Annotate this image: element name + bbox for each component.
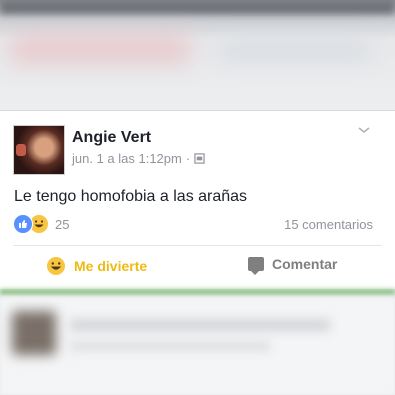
blurred-content bbox=[220, 40, 370, 60]
post-author[interactable]: Angie Vert bbox=[72, 129, 151, 147]
post-card: Angie Vert jun. 1 a las 1:12pm · Le teng… bbox=[0, 110, 395, 290]
post-text: Le tengo homofobia a las arañas bbox=[14, 188, 248, 205]
privacy-icon bbox=[194, 153, 205, 164]
blurred-header-background bbox=[0, 0, 395, 112]
react-button[interactable]: Me divierte bbox=[46, 256, 147, 276]
blurred-content bbox=[10, 36, 190, 62]
blurred-content bbox=[70, 341, 270, 351]
reaction-count: 25 bbox=[55, 216, 70, 232]
react-button-label: Me divierte bbox=[74, 258, 148, 274]
comment-button-label: Comentar bbox=[272, 256, 338, 272]
haha-icon bbox=[47, 257, 65, 275]
like-icon bbox=[13, 214, 33, 234]
divider bbox=[13, 245, 382, 246]
comment-button[interactable]: Comentar bbox=[248, 256, 338, 275]
meta-separator: · bbox=[185, 151, 191, 166]
blurred-next-post bbox=[0, 289, 395, 395]
blurred-divider bbox=[0, 289, 395, 295]
avatar[interactable] bbox=[13, 125, 65, 175]
reactions-summary[interactable]: 25 bbox=[13, 214, 69, 234]
chevron-down-icon[interactable] bbox=[357, 125, 371, 135]
blurred-avatar bbox=[12, 311, 56, 355]
blurred-content bbox=[70, 319, 330, 331]
blurred-status-bar bbox=[0, 0, 395, 14]
post-timestamp[interactable]: jun. 1 a las 1:12pm bbox=[72, 151, 182, 166]
comment-icon bbox=[248, 257, 264, 275]
post-meta: jun. 1 a las 1:12pm · bbox=[72, 151, 205, 166]
comments-count[interactable]: 15 comentarios bbox=[284, 217, 373, 232]
